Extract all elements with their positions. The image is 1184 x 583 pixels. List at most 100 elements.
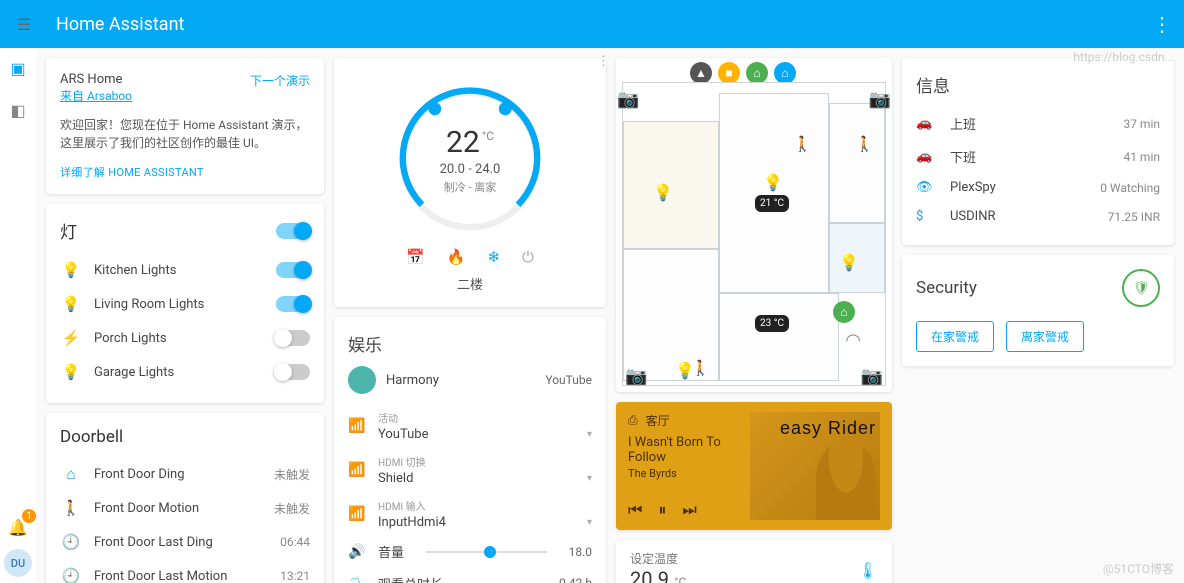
harmony-icon xyxy=(348,366,376,394)
floorplan-body: 💡 💡 💡 💡 21 °C 23 °C 🚶 🚶 🚶 📷 📷 📷 📷 ◠ ⌂ xyxy=(622,82,886,386)
temp-chip: 21 °C xyxy=(755,195,789,212)
fp-icon-1[interactable]: ▲ xyxy=(690,62,712,84)
light-label: Porch Lights xyxy=(94,331,276,346)
info-row: $USDINR71.25 INR xyxy=(916,202,1160,231)
doorbell-title: Doorbell xyxy=(60,427,123,447)
chart-icon: 〽 xyxy=(348,573,366,583)
media-player-card: ⎙客厅 I Wasn't Born To Follow The Byrds ⏮ … xyxy=(616,402,892,530)
lights-master-toggle[interactable] xyxy=(276,223,310,239)
lights-card: 灯 💡Kitchen Lights💡Living Room Lights⚡Por… xyxy=(46,204,324,403)
media-title: I Wasn't Born To Follow xyxy=(628,435,750,465)
doorbell-icon: 🕘 xyxy=(60,567,82,583)
watermark: @51CTO博客 xyxy=(1103,560,1174,577)
fp-icon-4[interactable]: ⌂ xyxy=(774,62,796,84)
climate-card: ⋮ 22°C 20.0 - 24.0 制冷 - 离家 📅 🔥 ❄ ⏻ 二楼 xyxy=(334,58,606,307)
camera-icon[interactable]: 📷 xyxy=(861,366,883,387)
volume-slider[interactable] xyxy=(426,551,547,553)
learn-more-link[interactable]: 详细了解 HOME ASSISTANT xyxy=(60,166,204,179)
arm-home-button[interactable]: 在家警戒 xyxy=(916,321,994,352)
info-row: 👁PlexSpy0 Watching xyxy=(916,173,1160,202)
sidebar-dashboard-icon[interactable]: ▣ xyxy=(4,54,32,82)
power-icon[interactable]: ⏻ xyxy=(522,248,534,266)
sidebar-user-icon[interactable]: ◧ xyxy=(4,96,32,124)
home-name: ARS Home xyxy=(60,72,132,87)
floorplan-card[interactable]: ▲ ■ ⌂ ⌂ 💡 💡 💡 💡 21 °C 23 °C 🚶 🚶 🚶 📷 📷 📷 … xyxy=(616,58,892,392)
set-temp-card: 设定温度 20.9 °C 🌡 xyxy=(616,540,892,583)
climate-temp: 22°C xyxy=(446,125,494,160)
arm-away-button[interactable]: 离家警戒 xyxy=(1006,321,1084,352)
light-toggle[interactable] xyxy=(276,364,310,380)
volume-icon: 🔊 xyxy=(348,544,366,560)
temp-chip: 23 °C xyxy=(755,315,789,332)
info-row: 🚗上班37 min xyxy=(916,107,1160,140)
info-row: 🚗下班41 min xyxy=(916,140,1160,173)
doorbell-icon: ⌂ xyxy=(60,465,82,483)
next-demo-link[interactable]: 下一个演示 xyxy=(250,72,310,104)
harmony-label: Harmony xyxy=(386,373,535,388)
notifications-icon[interactable]: 🔔1 xyxy=(4,513,32,541)
camera-icon[interactable]: 📷 xyxy=(617,89,639,110)
flame-icon[interactable]: 🔥 xyxy=(447,248,466,266)
media-poster: easy Rider xyxy=(750,412,880,520)
bulb-icon[interactable]: 💡 xyxy=(763,173,783,192)
info-icon: $ xyxy=(916,209,938,224)
menu-icon[interactable]: ☰ xyxy=(12,12,36,36)
next-icon[interactable]: ⏭ xyxy=(682,500,696,520)
prev-icon[interactable]: ⏮ xyxy=(628,500,642,520)
app-header: ☰ Home Assistant ⋮ xyxy=(0,0,1184,48)
cast-target: 客厅 xyxy=(646,412,670,429)
doorbell-row: 🕘Front Door Last Motion13:21 xyxy=(60,559,310,583)
security-title: Security xyxy=(916,278,977,298)
doorbell-icon: 🚶 xyxy=(60,499,82,517)
remote-icon: 📶 xyxy=(348,418,366,434)
climate-mode: 制冷 - 离家 xyxy=(444,179,497,195)
entertainment-card: 娱乐 Harmony YouTube 📶活动YouTube▾ 📶HDMI 切换S… xyxy=(334,317,606,583)
dome-icon[interactable]: ◠ xyxy=(845,330,861,351)
doorbell-row: 🚶Front Door Motion未触发 xyxy=(60,491,310,525)
cast-icon: ⎙ xyxy=(628,413,638,428)
light-label: Kitchen Lights xyxy=(94,263,276,278)
light-row: 💡Living Room Lights xyxy=(60,287,310,321)
author-link[interactable]: 来自 Arsaboo xyxy=(60,89,132,103)
lights-title: 灯 xyxy=(60,218,77,243)
bulb-icon[interactable]: 💡 xyxy=(839,253,859,272)
security-card: Security 🛡 在家警戒 离家警戒 xyxy=(902,255,1174,366)
info-icon: 🚗 xyxy=(916,116,938,131)
light-toggle[interactable] xyxy=(276,296,310,312)
hdmi-switch-select[interactable]: 📶HDMI 切换Shield▾ xyxy=(348,448,592,492)
light-row: 💡Garage Lights xyxy=(60,355,310,389)
light-toggle[interactable] xyxy=(276,262,310,278)
fp-icon-2[interactable]: ■ xyxy=(718,62,740,84)
person-icon: 🚶 xyxy=(855,135,874,153)
remote-icon: 📶 xyxy=(348,506,366,522)
pause-icon[interactable]: ⏸ xyxy=(658,500,666,520)
garage-icon[interactable]: ⌂ xyxy=(833,301,855,323)
doorbell-row: ⌂Front Door Ding未触发 xyxy=(60,457,310,491)
avatar[interactable]: DU xyxy=(4,549,32,577)
doorbell-card: Doorbell ⌂Front Door Ding未触发🚶Front Door … xyxy=(46,413,324,583)
info-icon: 👁 xyxy=(916,180,938,195)
hdmi-input-select[interactable]: 📶HDMI 输入InputHdmi4▾ xyxy=(348,492,592,536)
more-icon[interactable]: ⋮ xyxy=(1152,12,1172,36)
sidebar: ▣ ◧ 🔔1 DU xyxy=(0,48,36,583)
light-row: 💡Kitchen Lights xyxy=(60,253,310,287)
light-toggle[interactable] xyxy=(276,330,310,346)
welcome-message: 欢迎回家！您现在位于 Home Assistant 演示，这里展示了我们的社区创… xyxy=(60,116,310,152)
bulb-icon[interactable]: 💡 xyxy=(653,183,673,202)
shield-icon: 🛡 xyxy=(1122,269,1160,307)
camera-icon[interactable]: 📷 xyxy=(869,89,891,110)
app-title: Home Assistant xyxy=(56,14,1152,35)
entertainment-title: 娱乐 xyxy=(348,331,592,356)
info-title: 信息 xyxy=(916,72,1160,97)
activity-select[interactable]: 📶活动YouTube▾ xyxy=(348,404,592,448)
climate-more-icon[interactable]: ⋮ xyxy=(597,54,610,69)
snowflake-icon[interactable]: ❄ xyxy=(487,248,500,266)
fp-icon-3[interactable]: ⌂ xyxy=(746,62,768,84)
info-icon: 🚗 xyxy=(916,149,938,164)
light-row: ⚡ Porch Lights xyxy=(60,321,310,355)
bulb-icon: 💡 xyxy=(60,295,82,313)
camera-icon[interactable]: 📷 xyxy=(625,366,647,387)
climate-name: 二楼 xyxy=(457,274,483,293)
calendar-icon[interactable]: 📅 xyxy=(406,248,425,266)
bulb-icon: ⚡ xyxy=(60,329,82,347)
